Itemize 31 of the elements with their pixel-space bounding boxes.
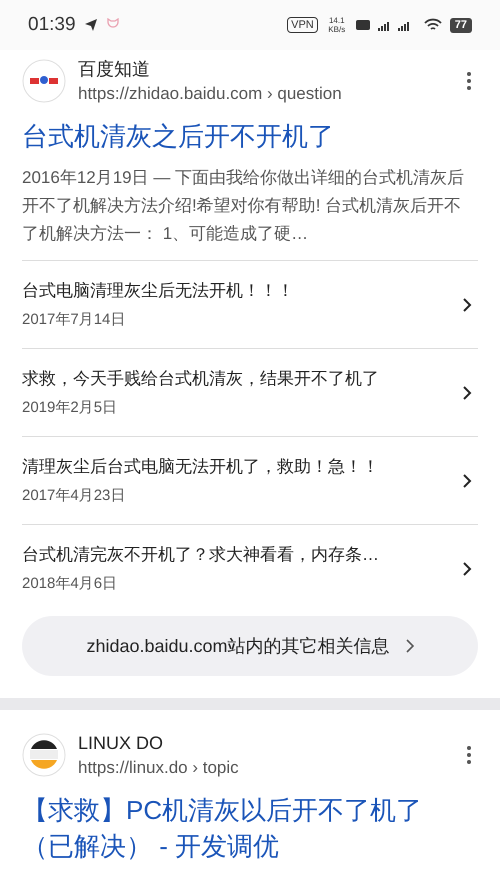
chevron-icon (406, 639, 414, 653)
question-date: 2017年7月14日 (22, 310, 126, 330)
result-snippet: 2016年12月19日 — 下面由我给你做出详细的台式机清灰后开不了机解决方法介绍!希望对你有帮助! 台式机清灰后开不了机解决方法一： 1、可能造成了硬… (22, 167, 466, 245)
battery-indicator: 77 (450, 18, 472, 32)
wifi-icon (424, 18, 442, 32)
result-title[interactable]: 【求救】PC机清灰以后开不了机了（已解决） - 开发调优 (22, 792, 478, 864)
chevron-icon (462, 296, 472, 312)
related-question[interactable]: 台式电脑清理灰尘后无法开机！！！ (22, 278, 462, 304)
vpn-indicator: VPN (287, 17, 318, 33)
related-question[interactable]: 求救，今天手贱给台式机清灰，结果开不了机了 (22, 366, 462, 392)
clock: 01:39 (28, 12, 76, 37)
chevron-icon (462, 560, 472, 576)
more-options-icon[interactable] (466, 745, 472, 765)
send-icon (84, 18, 98, 32)
site-name: 百度知道 (78, 58, 151, 81)
site-name: LINUX DO (78, 732, 164, 755)
related-question[interactable]: 清理灰尘后台式电脑无法开机了，救助！急！！ (22, 454, 462, 480)
site-url: https://linux.do › topic (78, 757, 240, 779)
logo-icon (22, 59, 66, 103)
result-title[interactable]: 台式机清灰之后开不开机了 (22, 118, 478, 154)
more-results-button[interactable]: zhidao.baidu.com站内的其它相关信息 (22, 616, 478, 676)
chevron-icon (462, 384, 472, 400)
question-date: 2019年2月5日 (22, 398, 118, 418)
more-options-icon[interactable] (466, 71, 472, 91)
logo-icon (22, 733, 66, 777)
question-date: 2018年4月6日 (22, 574, 118, 594)
related-question[interactable]: 台式机清完灰不开机了？求大神看看，内存条… (22, 542, 462, 568)
question-date: 2017年4月23日 (22, 486, 126, 506)
site-url: https://zhidao.baidu.com › question (78, 83, 343, 105)
network-speed: 14.1 KB/s (327, 16, 346, 34)
chevron-icon (462, 472, 472, 488)
